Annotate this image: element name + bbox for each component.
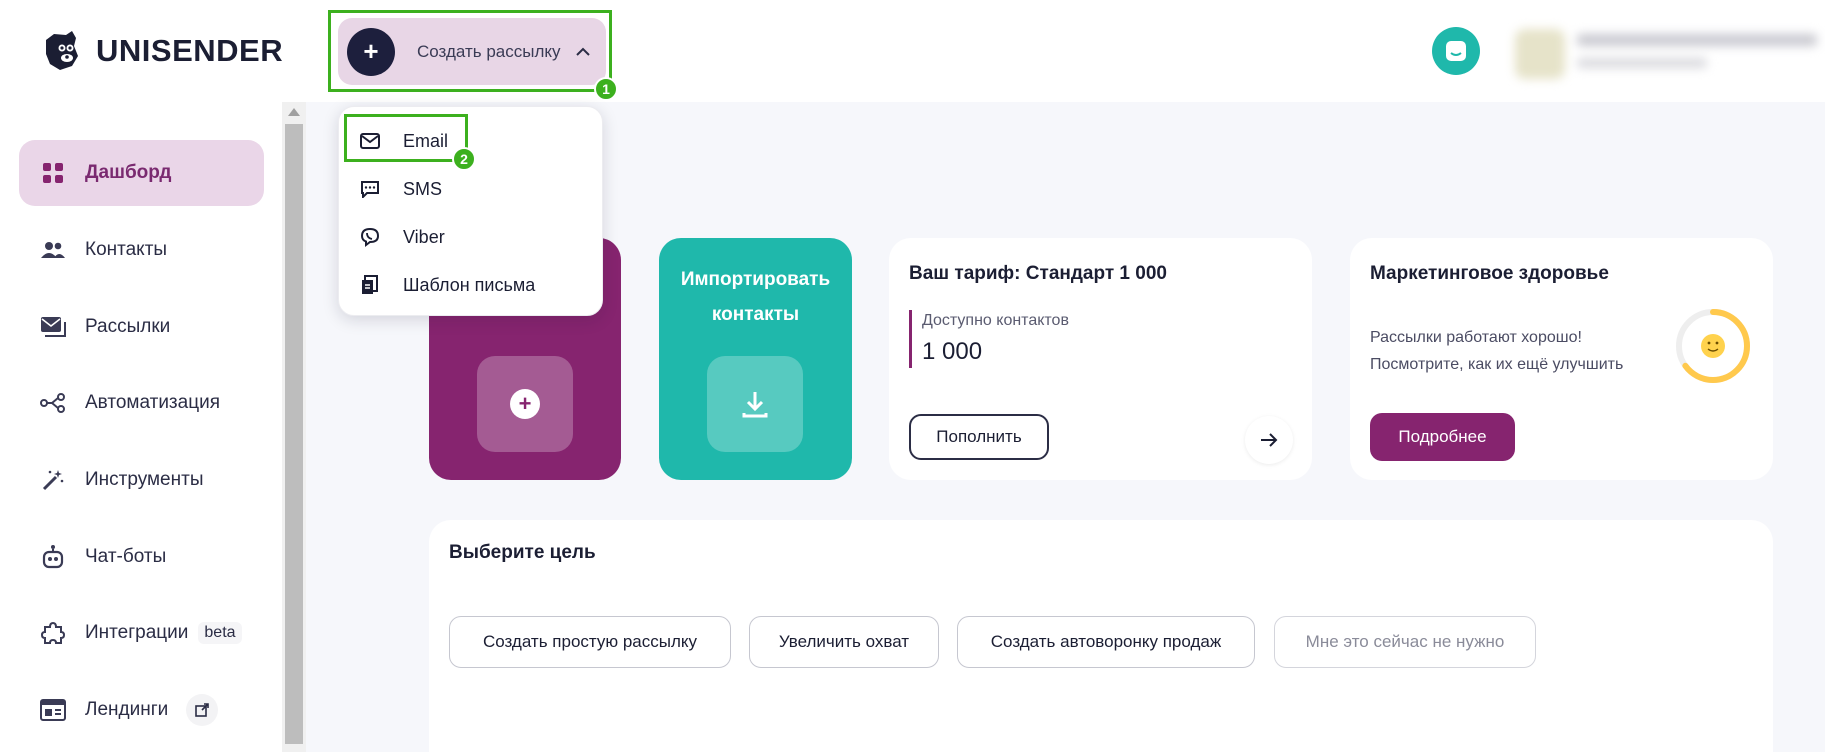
scroll-up-arrow-icon[interactable] (288, 108, 300, 116)
logo-text: UNISENDER (96, 33, 284, 68)
logo[interactable]: UNISENDER (36, 26, 283, 76)
smiley-icon (1701, 334, 1725, 358)
step-badge-2: 2 (452, 147, 476, 171)
health-text-line-1: Рассылки работают хорошо! (1370, 329, 1582, 346)
topup-button[interactable]: Пополнить (909, 414, 1049, 460)
tariff-card: Ваш тариф: Стандарт 1 000 Доступно конта… (889, 238, 1312, 480)
create-tile[interactable]: + (477, 356, 573, 452)
goal-increase-reach-button[interactable]: Увеличить охват (749, 616, 939, 668)
health-text: Рассылки работают хорошо! Посмотрите, ка… (1370, 324, 1660, 378)
support-chat-button[interactable] (1432, 27, 1480, 75)
sidebar-item-label: Дашборд (85, 162, 172, 183)
sidebar-item-landings[interactable]: Лендинги (19, 677, 264, 743)
sidebar-item-chatbots[interactable]: Чат-боты (19, 524, 264, 590)
sidebar-item-integrations[interactable]: Интеграции beta (19, 600, 264, 666)
choose-goal-card: Выберите цель Создать простую рассылку У… (429, 520, 1773, 752)
import-tile[interactable] (707, 356, 803, 452)
sidebar-item-label: Контакты (85, 239, 168, 260)
sidebar-item-label: Автоматизация (85, 392, 220, 413)
goal-simple-campaign-button[interactable]: Создать простую рассылку (449, 616, 731, 668)
highlight-box-email (344, 114, 468, 162)
import-title-line-1: Импортировать (680, 269, 831, 290)
available-contacts: Доступно контактов 1 000 (909, 310, 1069, 368)
tariff-title: Ваш тариф: Стандарт 1 000 (909, 263, 1167, 284)
puzzle-icon (39, 619, 67, 647)
sidebar-item-label: Интеграции (85, 622, 189, 643)
marketing-health-card: Маркетинговое здоровье Рассылки работают… (1350, 238, 1773, 480)
user-plan-redacted (1577, 58, 1707, 68)
sidebar-item-dashboard[interactable]: Дашборд (19, 140, 264, 206)
dropdown-item-label: Шаблон письма (403, 274, 536, 295)
sidebar-item-label: Чат-боты (85, 546, 167, 567)
sidebar-item-label: Рассылки (85, 316, 171, 337)
import-contacts-title: Импортировать контакты (659, 262, 852, 332)
viber-icon (359, 226, 381, 248)
top-header: UNISENDER + Создать рассылку 1 (0, 0, 1825, 102)
magic-wand-icon (39, 466, 67, 494)
available-contacts-value: 1 000 (922, 338, 983, 365)
sms-chat-icon (359, 178, 381, 200)
user-email-redacted (1577, 34, 1817, 46)
highlight-box-create (328, 10, 612, 92)
health-title: Маркетинговое здоровье (1370, 263, 1609, 284)
goal-not-needed-button[interactable]: Мне это сейчас не нужно (1274, 616, 1536, 668)
more-details-button[interactable]: Подробнее (1370, 413, 1515, 461)
sidebar-item-label: Инструменты (85, 469, 204, 490)
health-text-line-2: Посмотрите, как их ещё улучшить (1370, 356, 1624, 373)
sidebar-item-label: Лендинги (85, 699, 169, 720)
dropdown-item-label: SMS (403, 178, 443, 199)
sidebar-scrollbar[interactable] (282, 102, 306, 752)
sidebar: Дашборд Контакты Рассылки Автоматизация … (0, 102, 282, 752)
goal-title: Выберите цель (449, 542, 596, 563)
sidebar-item-campaigns[interactable]: Рассылки (19, 294, 264, 360)
chat-support-icon (1446, 41, 1466, 61)
available-contacts-label: Доступно контактов (922, 312, 1069, 329)
mail-stack-icon (39, 313, 67, 341)
step-badge-1: 1 (594, 77, 618, 101)
arrow-right-icon (1261, 433, 1278, 447)
health-gauge (1676, 309, 1750, 383)
dropdown-item-template[interactable]: Шаблон письма (359, 268, 535, 302)
dropdown-item-label: Viber (403, 226, 445, 247)
beta-tag: beta (198, 622, 242, 644)
template-icon (359, 274, 381, 296)
goal-sales-funnel-button[interactable]: Создать автоворонку продаж (957, 616, 1255, 668)
dog-logo-icon (46, 31, 78, 70)
robot-icon (39, 543, 67, 571)
external-link-icon[interactable] (186, 694, 219, 726)
sidebar-item-automation[interactable]: Автоматизация (19, 370, 264, 436)
plus-icon: + (510, 389, 540, 419)
sidebar-item-contacts[interactable]: Контакты (19, 217, 264, 283)
users-icon (39, 236, 67, 264)
automation-icon (39, 389, 67, 417)
user-account-blurred[interactable] (1515, 24, 1825, 84)
dropdown-item-sms[interactable]: SMS (359, 172, 442, 206)
scroll-thumb[interactable] (285, 124, 303, 744)
tariff-arrow-button[interactable] (1245, 416, 1293, 464)
import-title-line-2: контакты (711, 304, 800, 325)
avatar (1515, 29, 1565, 79)
landing-icon (39, 696, 67, 724)
download-icon (742, 392, 768, 418)
sidebar-item-tools[interactable]: Инструменты (19, 447, 264, 513)
dashboard-icon (39, 159, 67, 187)
dropdown-item-viber[interactable]: Viber (359, 220, 445, 254)
import-contacts-card[interactable]: Импортировать контакты (659, 238, 852, 480)
